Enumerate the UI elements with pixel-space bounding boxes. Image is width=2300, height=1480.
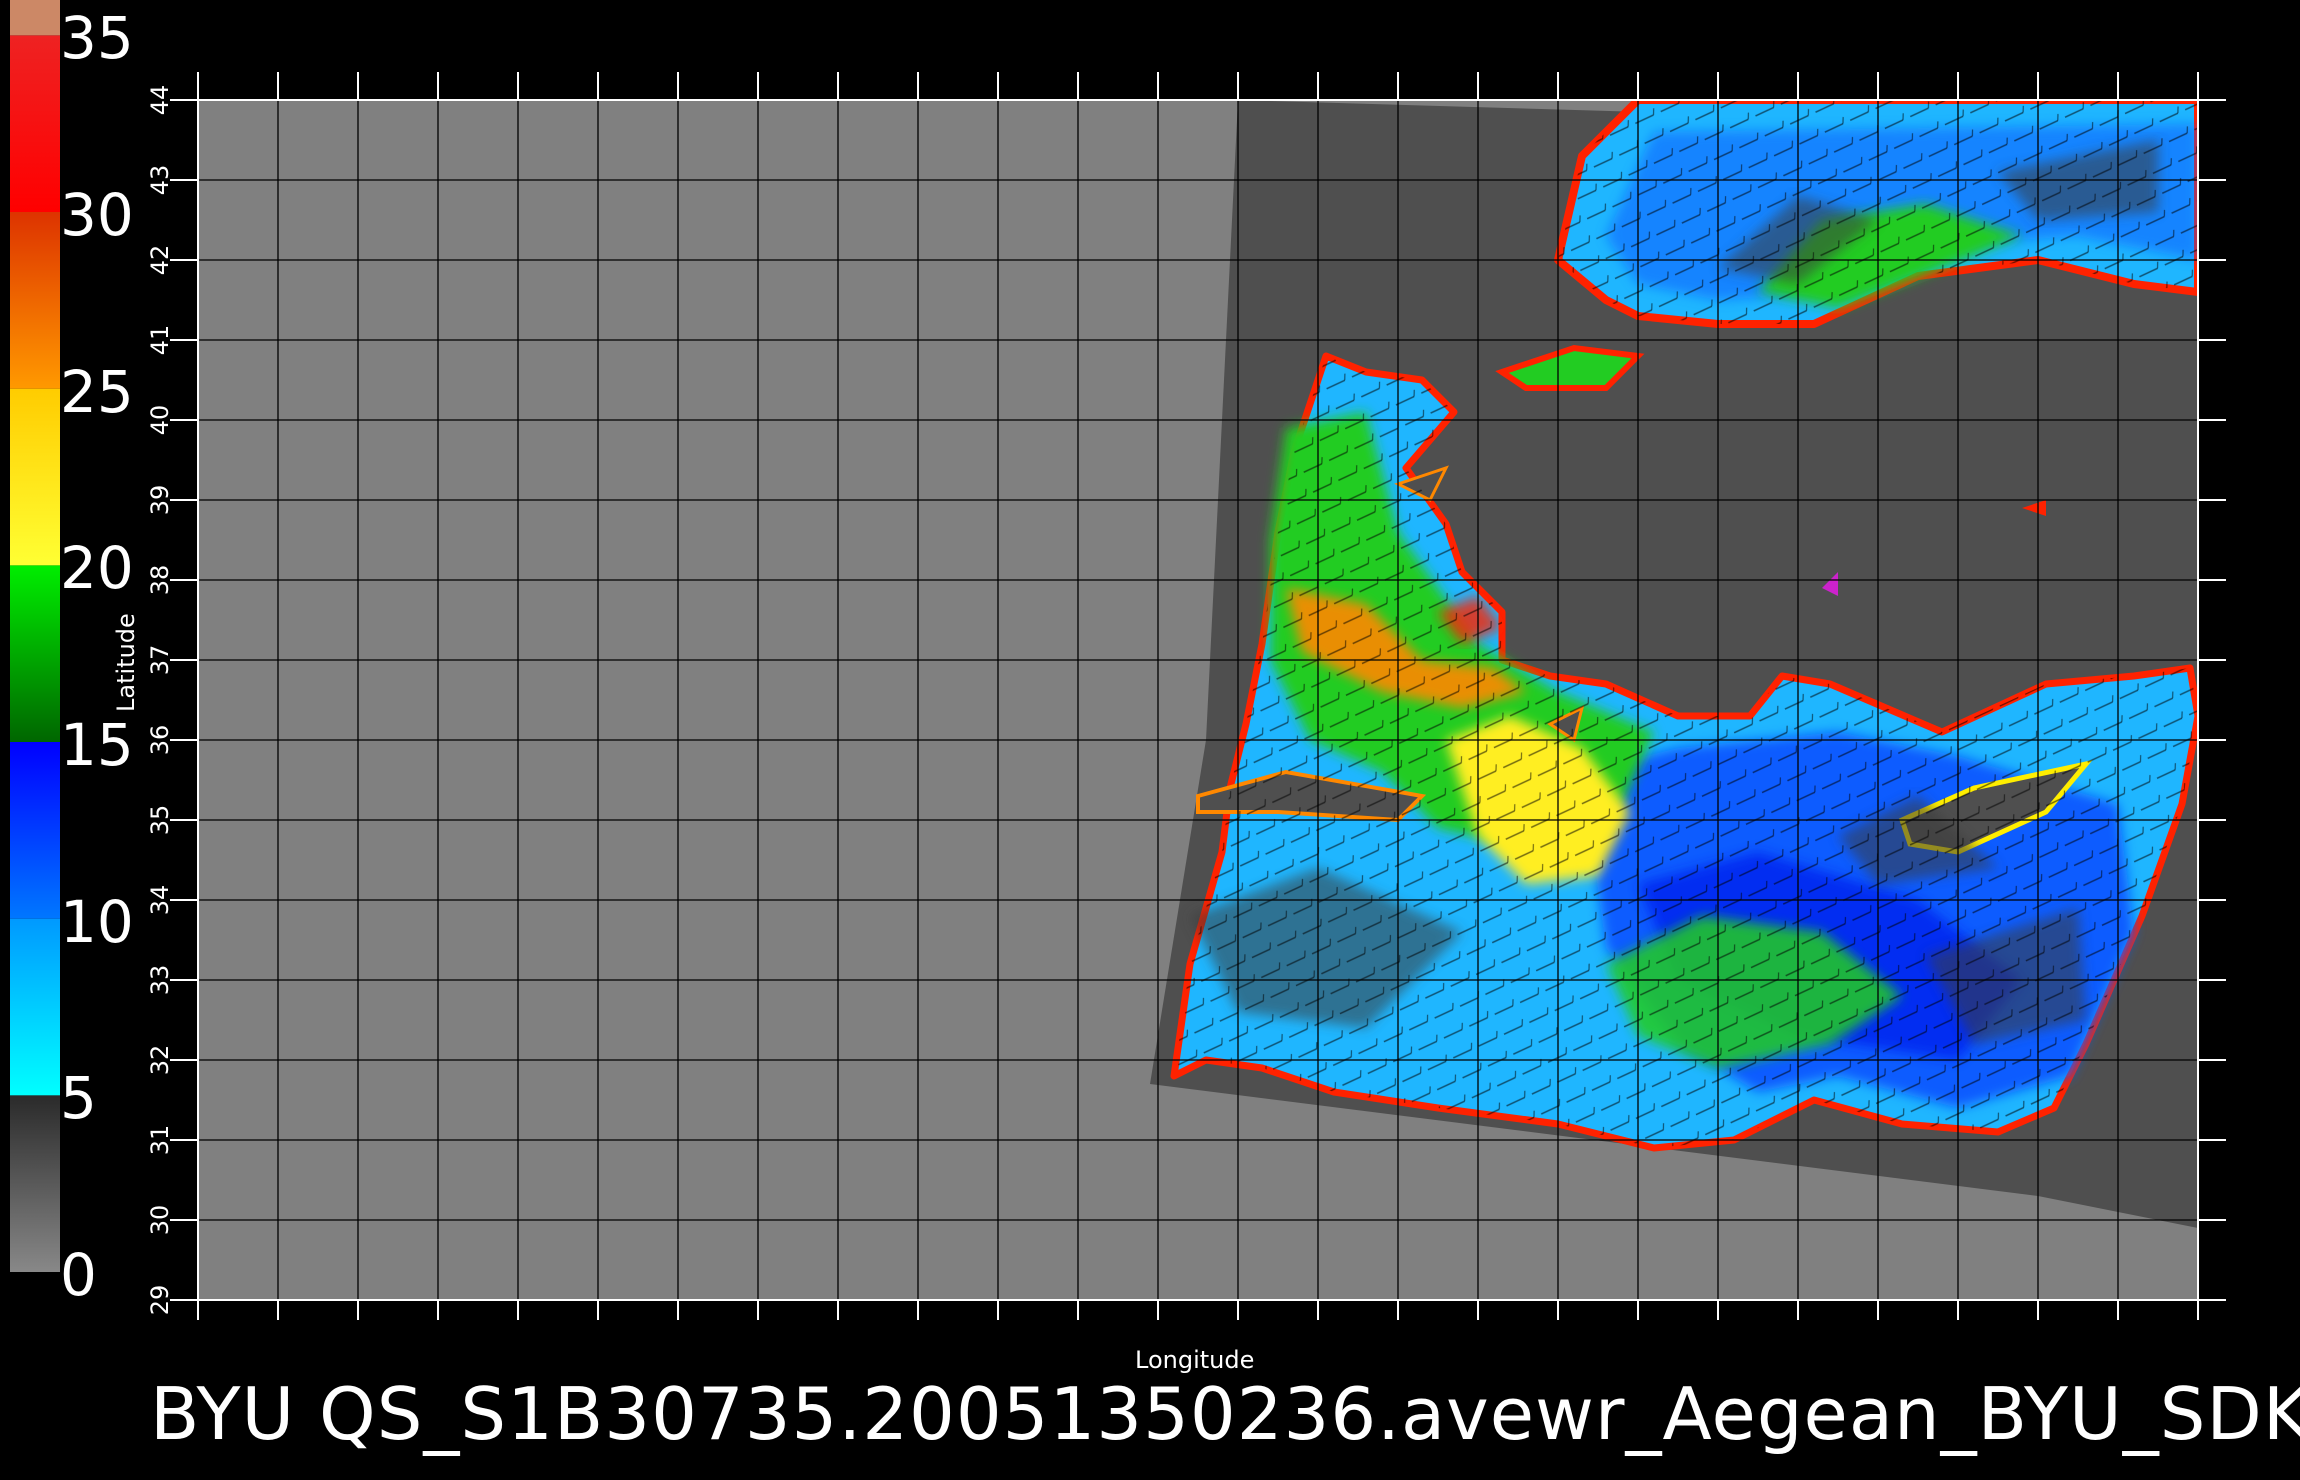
y-tick-label-42: 42	[146, 245, 174, 276]
y-tick-label-35: 35	[146, 805, 174, 836]
map-figure: 35302520151050 1112131415161718192021222…	[0, 0, 2300, 1480]
y-tick-label-34: 34	[146, 885, 174, 916]
y-tick-label-32: 32	[146, 1045, 174, 1076]
x-axis-title: Longitude	[1135, 1346, 1255, 1374]
y-tick-label-44: 44	[146, 85, 174, 116]
y-tick-label-31: 31	[146, 1125, 174, 1156]
y-tick-label-43: 43	[146, 165, 174, 196]
y-tick-label-29: 29	[146, 1285, 174, 1316]
y-tick-label-40: 40	[146, 405, 174, 436]
y-tick-label-37: 37	[146, 645, 174, 676]
y-tick-label-36: 36	[146, 725, 174, 756]
wind-map: 1112131415161718192021222324252627282930…	[146, 72, 2226, 1320]
image-caption: BYU QS_S1B30735.20051350236.avewr_Aegean…	[150, 1372, 2300, 1456]
y-tick-label-30: 30	[146, 1205, 174, 1236]
y-tick-label-38: 38	[146, 565, 174, 596]
y-tick-label-33: 33	[146, 965, 174, 996]
y-tick-label-41: 41	[146, 325, 174, 356]
y-tick-label-39: 39	[146, 485, 174, 516]
y-axis-title: Latitude	[112, 613, 140, 712]
